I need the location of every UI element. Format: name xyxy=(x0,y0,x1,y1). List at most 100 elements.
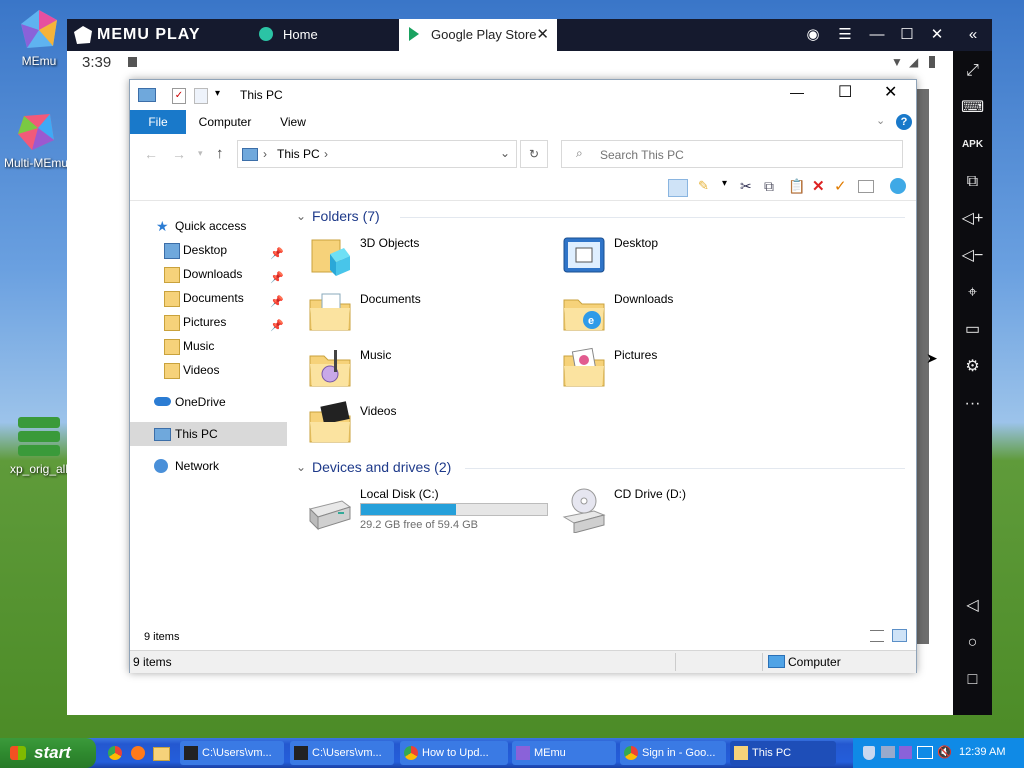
close-icon[interactable]: ✕ xyxy=(923,19,951,51)
taskbar-item-this-pc[interactable]: This PC xyxy=(730,741,836,765)
minimize-button[interactable]: — xyxy=(790,84,804,100)
minimize-icon[interactable]: — xyxy=(863,19,891,51)
taskbar-item-7zip-2[interactable]: C:\Users\vm... xyxy=(290,741,394,765)
address-row: ← → ▾ ↑ › This PC › ⌄ ↻ ⌕ xyxy=(130,138,916,172)
desktop-icon-memu[interactable]: MEmu xyxy=(4,8,74,68)
folder-documents[interactable]: Documents xyxy=(308,288,548,340)
folders-header[interactable]: Folders (7) xyxy=(312,206,380,226)
gear-icon[interactable]: ⚙ xyxy=(953,352,992,382)
nav-desktop[interactable]: Desktop 📌 xyxy=(130,238,287,262)
details-view-icon[interactable] xyxy=(870,630,884,642)
customize-toolbar-icon[interactable]: ▾ xyxy=(215,88,220,99)
folder-downloads[interactable]: e Downloads xyxy=(562,288,802,340)
navigation-pane-icon[interactable] xyxy=(668,179,688,197)
refresh-button[interactable]: ↻ xyxy=(520,140,548,168)
volume-up-icon[interactable]: ◁+ xyxy=(953,204,992,234)
folders-collapse-icon[interactable]: ⌄ xyxy=(296,209,306,223)
desktop-icon-multi-memu[interactable]: Multi-MEmu xyxy=(1,110,71,170)
keyboard-icon[interactable]: ⌨ xyxy=(953,93,992,123)
folder-options-icon[interactable]: ✎ xyxy=(698,178,709,194)
apk-icon[interactable]: APK xyxy=(953,130,992,160)
taskbar-item-chrome-sign-in[interactable]: Sign in - Goo... xyxy=(620,741,726,765)
maximize-icon[interactable]: ☐ xyxy=(893,19,921,51)
recent-locations-icon[interactable]: ▾ xyxy=(198,148,203,159)
folder-videos[interactable]: Videos xyxy=(308,400,548,452)
network-tray-icon[interactable] xyxy=(881,746,895,758)
search-input[interactable] xyxy=(598,145,892,165)
nav-network[interactable]: Network xyxy=(130,454,287,478)
fullscreen-icon[interactable]: ⤢ xyxy=(953,56,992,86)
close-tab-icon[interactable]: ✕ xyxy=(536,19,549,51)
expand-ribbon-icon[interactable]: ⌄ xyxy=(876,114,885,127)
properties-quick-icon[interactable]: ✓ xyxy=(172,88,186,104)
drives-header[interactable]: Devices and drives (2) xyxy=(312,457,451,477)
nav-music[interactable]: Music xyxy=(130,334,287,358)
volume-down-icon[interactable]: ◁− xyxy=(953,241,992,271)
tab-google-play-store[interactable]: Google Play Store ✕ xyxy=(399,19,557,51)
back-arrow-icon[interactable]: ← xyxy=(144,146,158,162)
drives-collapse-icon[interactable]: ⌄ xyxy=(296,460,306,474)
volume-muted-icon[interactable]: 🔇 xyxy=(937,745,952,759)
breadcrumb[interactable]: This PC xyxy=(277,147,320,161)
tab-label: Computer xyxy=(198,115,252,129)
memu-tray-icon[interactable] xyxy=(899,746,912,759)
taskbar-item-7zip-1[interactable]: C:\Users\vm... xyxy=(180,741,284,765)
delete-icon[interactable]: ✕ xyxy=(812,177,825,195)
nav-onedrive[interactable]: OneDrive xyxy=(130,390,287,414)
screenshot-icon[interactable]: ⧉ xyxy=(953,167,992,197)
nav-this-pc[interactable]: This PC xyxy=(130,422,287,446)
rename-check-icon[interactable]: ✓ xyxy=(834,177,847,195)
nav-videos[interactable]: Videos xyxy=(130,358,287,382)
forward-arrow-icon[interactable]: → xyxy=(172,146,186,162)
start-button[interactable]: start xyxy=(0,738,96,768)
cut-icon[interactable]: ✂ xyxy=(740,178,752,195)
location-icon[interactable]: ⌖ xyxy=(953,278,992,308)
folder-icon[interactable]: ▭ xyxy=(953,315,992,345)
breadcrumb-chevron-icon[interactable]: › xyxy=(324,147,328,161)
tab-home[interactable]: Home xyxy=(249,19,399,51)
status-divider xyxy=(675,653,676,671)
tab-view[interactable]: View xyxy=(268,110,318,134)
address-dropdown-icon[interactable]: ⌄ xyxy=(500,146,510,160)
more-icon[interactable]: ··· xyxy=(953,389,992,419)
tab-computer[interactable]: Computer xyxy=(192,110,258,134)
up-arrow-icon[interactable]: ↑ xyxy=(216,145,224,162)
account-icon[interactable]: ◉ xyxy=(799,19,827,51)
nav-pictures[interactable]: Pictures 📌 xyxy=(130,310,287,334)
home-icon[interactable]: ○ xyxy=(953,628,992,658)
folder-music[interactable]: Music xyxy=(308,344,548,396)
network-globe-icon[interactable] xyxy=(890,178,906,194)
desktop-icon-xp-orig-all[interactable]: xp_orig_all xyxy=(4,416,74,476)
back-icon[interactable]: ◁ xyxy=(953,591,992,621)
tab-file[interactable]: File xyxy=(130,110,186,134)
paste-icon[interactable]: 📋 xyxy=(788,178,805,195)
search-box[interactable]: ⌕ xyxy=(561,140,903,168)
nav-documents[interactable]: Documents 📌 xyxy=(130,286,287,310)
taskbar-item-memu[interactable]: MEmu xyxy=(512,741,616,765)
folder-quick-launch-icon[interactable] xyxy=(153,747,170,761)
nav-downloads[interactable]: Downloads 📌 xyxy=(130,262,287,286)
options-dropdown-icon[interactable]: ▾ xyxy=(722,178,727,189)
copy-icon[interactable]: ⧉ xyxy=(764,178,774,195)
nav-quick-access[interactable]: ★ Quick access xyxy=(130,214,287,238)
taskbar-item-chrome-how-to[interactable]: How to Upd... xyxy=(400,741,508,765)
help-icon[interactable]: ? xyxy=(896,114,912,130)
firefox-quick-launch-icon[interactable] xyxy=(131,746,145,760)
shield-icon[interactable] xyxy=(863,746,875,760)
drive-local-disk-c[interactable]: Local Disk (C:) 29.2 GB free of 59.4 GB xyxy=(308,487,548,539)
folder-desktop[interactable]: Desktop xyxy=(562,232,802,284)
recents-icon[interactable]: □ xyxy=(953,665,992,695)
display-tray-icon[interactable] xyxy=(917,746,933,759)
drive-cd-d[interactable]: CD Drive (D:) xyxy=(562,487,802,539)
address-bar[interactable]: › This PC › ⌄ xyxy=(237,140,517,168)
close-button[interactable]: ✕ xyxy=(884,82,897,102)
new-folder-quick-icon[interactable] xyxy=(194,88,208,104)
folder-pictures[interactable]: Pictures xyxy=(562,344,802,396)
maximize-button[interactable]: ☐ xyxy=(838,82,852,102)
menu-icon[interactable]: ☰ xyxy=(831,19,859,51)
collapse-sidebar-icon[interactable]: « xyxy=(959,19,987,51)
properties-icon[interactable] xyxy=(858,180,874,193)
chrome-quick-launch-icon[interactable] xyxy=(108,746,122,760)
folder-3d-objects[interactable]: 3D Objects xyxy=(308,232,548,284)
large-icons-view-icon[interactable] xyxy=(892,629,907,642)
